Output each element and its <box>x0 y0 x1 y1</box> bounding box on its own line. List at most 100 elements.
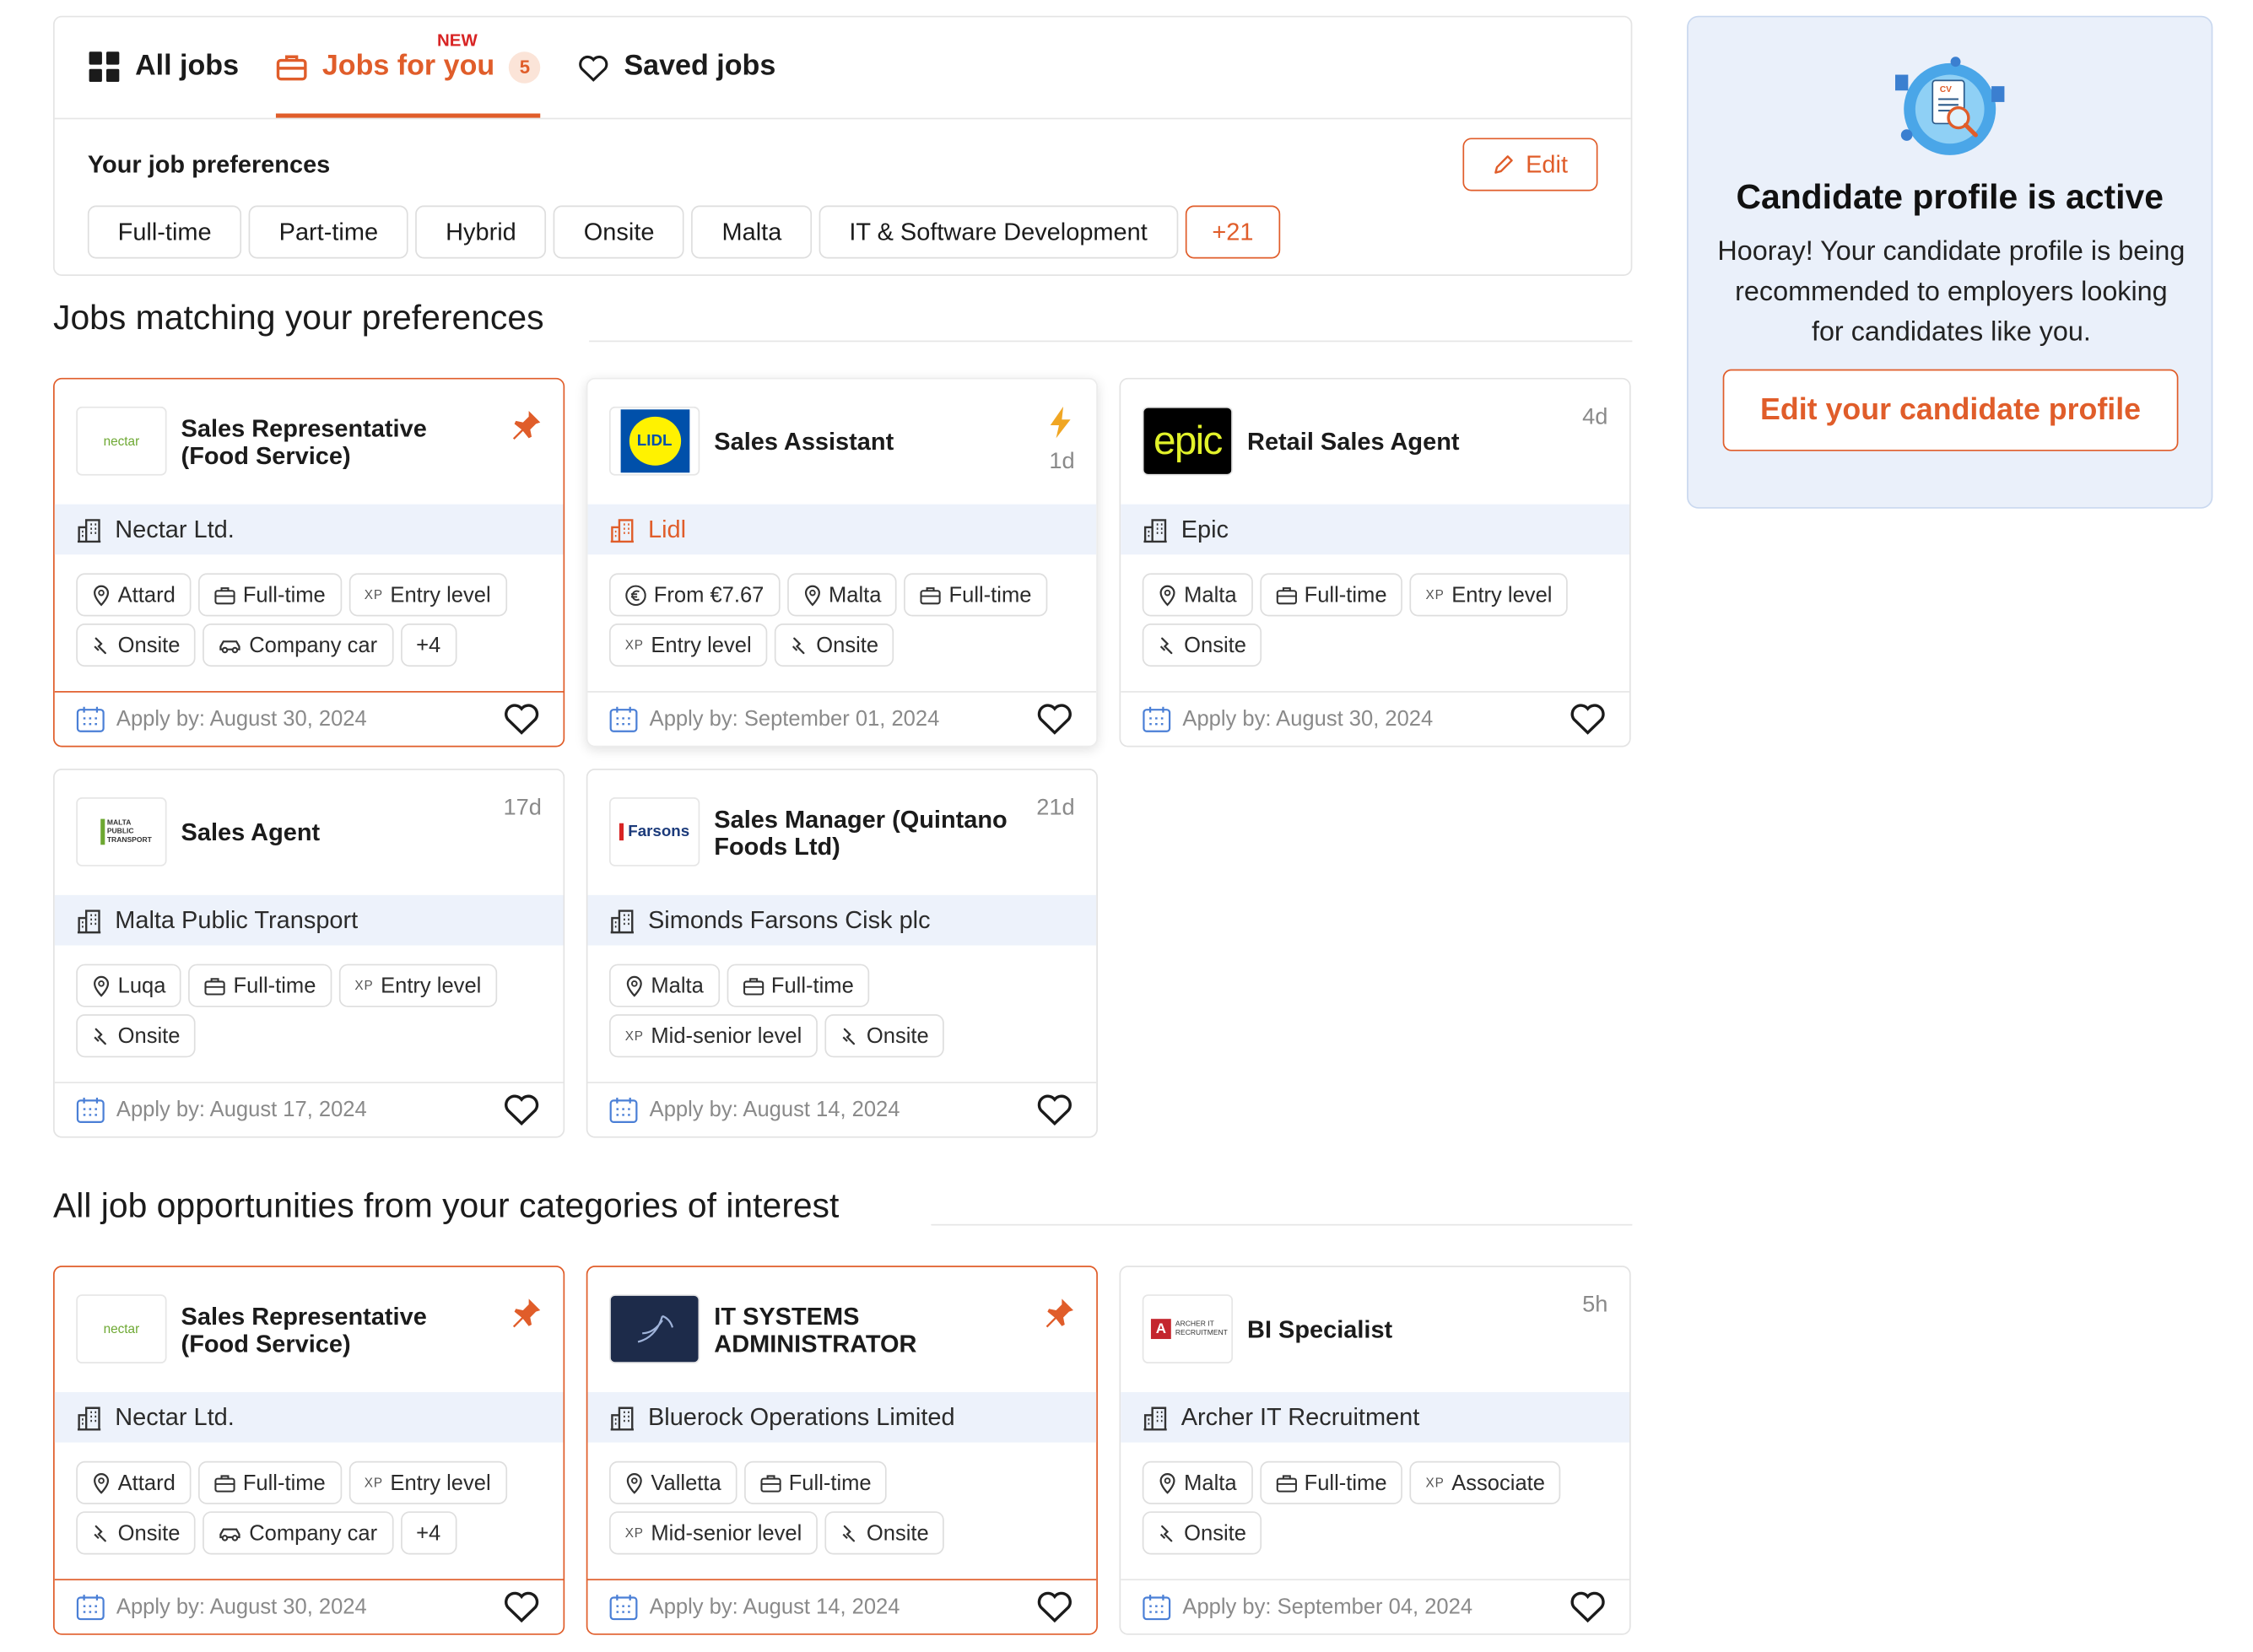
apply-by-date: Apply by: August 17, 2024 <box>116 1097 367 1122</box>
job-title[interactable]: Retail Sales Agent <box>1247 380 1549 505</box>
tag-label: Onsite <box>816 633 879 658</box>
job-card[interactable]: nectar Sales Representative (Food Servic… <box>53 1266 565 1635</box>
preference-chip[interactable]: Part-time <box>248 205 408 259</box>
tag-label: Valletta <box>651 1470 721 1495</box>
save-job-heart-icon[interactable] <box>1036 1092 1073 1126</box>
job-card[interactable]: MALTA PUBLIC TRANSPORT Sales Agent 17d M… <box>53 769 565 1138</box>
location-icon <box>92 974 111 996</box>
company-logo <box>608 1294 700 1363</box>
tab-saved-jobs[interactable]: Saved jobs <box>578 16 775 118</box>
edit-label: Edit <box>1526 149 1569 178</box>
company-row: Simonds Farsons Cisk plc <box>587 894 1097 946</box>
experience-icon: XP <box>624 638 644 653</box>
job-title[interactable]: Sales Representative (Food Service) <box>181 1267 484 1392</box>
building-icon <box>610 1406 634 1430</box>
company-logo-text: nectar <box>103 1321 140 1336</box>
apply-by-date: Apply by: August 30, 2024 <box>116 706 367 732</box>
company-logo: Farsons <box>608 797 700 866</box>
calendar-icon <box>609 1097 638 1124</box>
calendar-icon <box>609 706 638 732</box>
tag-label: Onsite <box>1184 633 1246 658</box>
job-tag: XP Mid-senior level <box>608 1014 819 1058</box>
save-job-heart-icon[interactable] <box>1569 1589 1606 1623</box>
job-card[interactable]: IT SYSTEMS ADMINISTRATOR Bluerock Operat… <box>586 1266 1098 1635</box>
more-preferences-button[interactable]: +21 <box>1185 205 1281 259</box>
tab-all-jobs[interactable]: All jobs <box>89 16 239 118</box>
job-tag: Onsite <box>774 624 894 667</box>
svg-text:CV: CV <box>1940 85 1952 94</box>
onsite-icon <box>1158 635 1176 656</box>
job-tag: Onsite <box>76 1511 197 1555</box>
preference-chip[interactable]: Hybrid <box>415 205 547 259</box>
job-tag: Luqa <box>76 964 182 1007</box>
tag-label: Malta <box>829 582 882 607</box>
company-logo-text: epic <box>1143 408 1232 474</box>
job-card[interactable]: LIDL Sales Assistant 1d Lidl From €7.67 M… <box>586 377 1098 748</box>
job-card-footer: Apply by: September 01, 2024 <box>587 691 1097 746</box>
profile-title: Candidate profile is active <box>1736 178 2164 218</box>
save-job-heart-icon[interactable] <box>503 701 540 736</box>
company-row: Archer IT Recruitment <box>1121 1392 1629 1443</box>
calendar-icon <box>609 1595 638 1621</box>
calendar-icon <box>76 1097 105 1124</box>
job-title[interactable]: Sales Assistant <box>714 380 1016 505</box>
save-job-heart-icon[interactable] <box>1036 1589 1073 1623</box>
job-title-text: Sales Representative (Food Service) <box>181 1302 427 1358</box>
save-job-heart-icon[interactable] <box>503 1092 540 1126</box>
posted-age: 21d <box>1036 796 1075 821</box>
job-tag: Onsite <box>824 1014 945 1058</box>
briefcase-icon <box>214 1473 236 1492</box>
preference-chip[interactable]: IT & Software Development <box>819 205 1178 259</box>
job-card-header: nectar Sales Representative (Food Servic… <box>55 380 564 505</box>
job-tag: Malta <box>1142 1460 1253 1504</box>
preference-chip[interactable]: Onsite <box>554 205 685 259</box>
job-card[interactable]: Farsons Sales Manager (Quintano Foods Lt… <box>586 769 1098 1138</box>
job-tags: Valletta Full-time XP Mid-senior level Onsit… <box>608 1460 1083 1555</box>
job-tag: XP Entry level <box>608 624 768 667</box>
company-name: Bluerock Operations Limited <box>647 1402 955 1431</box>
briefcase-icon <box>277 54 307 80</box>
briefcase-icon <box>743 976 765 995</box>
tab-jobs-for-you[interactable]: Jobs for you NEW 5 <box>276 16 541 118</box>
location-icon <box>1158 1472 1176 1494</box>
tag-label: Full-time <box>788 1470 872 1495</box>
job-card[interactable]: A ARCHER IT RECRUITMENT BI Specialist 5h … <box>1119 1266 1631 1635</box>
all-jobs-section-title: All job opportunities from your categori… <box>53 1186 840 1226</box>
posted-age: 4d <box>1582 405 1608 430</box>
tag-label: Entry level <box>651 633 752 658</box>
save-job-heart-icon[interactable] <box>503 1589 540 1623</box>
company-name: Malta Public Transport <box>115 905 359 933</box>
job-tag: Full-time <box>188 964 332 1007</box>
job-card-footer: Apply by: August 14, 2024 <box>587 1579 1097 1633</box>
company-logo-text: Farsons <box>619 823 689 841</box>
building-icon <box>77 1406 101 1430</box>
briefcase-icon <box>1276 1473 1298 1492</box>
tag-label: Malta <box>1184 1470 1237 1495</box>
job-tags: Malta Full-time XP Associate Onsite <box>1142 1460 1617 1555</box>
job-card[interactable]: epic Retail Sales Agent 4d Epic Malta Ful… <box>1119 377 1631 748</box>
job-title[interactable]: Sales Agent <box>181 770 484 895</box>
edit-preferences-button[interactable]: Edit <box>1462 138 1598 192</box>
preference-chip[interactable]: Malta <box>691 205 813 259</box>
job-card[interactable]: nectar Sales Representative (Food Servic… <box>53 377 565 748</box>
job-title[interactable]: IT SYSTEMS ADMINISTRATOR <box>714 1267 1016 1392</box>
tag-label: Entry level <box>1451 582 1553 607</box>
job-title[interactable]: Sales Manager (Quintano Foods Ltd) <box>714 770 1016 895</box>
job-card-footer: Apply by: August 30, 2024 <box>54 1579 564 1633</box>
apply-by-date: Apply by: September 01, 2024 <box>649 706 940 732</box>
job-tag: +4 <box>400 1511 457 1555</box>
company-name: Nectar Ltd. <box>115 515 235 543</box>
job-title[interactable]: BI Specialist <box>1247 1267 1549 1392</box>
edit-candidate-profile-button[interactable]: Edit your candidate profile <box>1722 369 2179 451</box>
tag-label: Full-time <box>242 582 326 607</box>
save-job-heart-icon[interactable] <box>1569 701 1606 736</box>
preference-chip[interactable]: Full-time <box>87 205 242 259</box>
job-card-footer: Apply by: August 14, 2024 <box>587 1082 1097 1136</box>
tag-label: Full-time <box>242 1470 326 1495</box>
onsite-icon <box>791 635 809 656</box>
save-job-heart-icon[interactable] <box>1036 701 1073 736</box>
company-row: Bluerock Operations Limited <box>587 1392 1097 1443</box>
job-title[interactable]: Sales Representative (Food Service) <box>181 380 484 505</box>
job-tag: Full-time <box>743 1460 888 1504</box>
job-tag: Full-time <box>198 573 342 617</box>
